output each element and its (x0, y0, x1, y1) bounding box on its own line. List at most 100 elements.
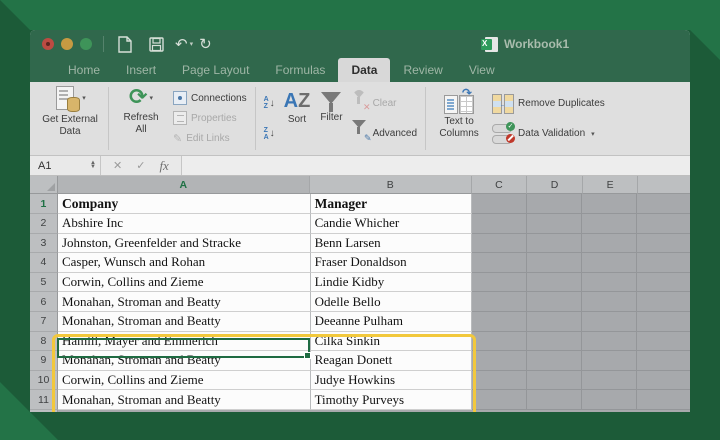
cell-manager[interactable]: Manager (310, 194, 473, 214)
cell-manager[interactable]: Deeanne Pulham (310, 311, 473, 332)
cancel-icon[interactable]: ✕ (113, 159, 122, 172)
empty-cells[interactable] (472, 214, 690, 234)
empty-cells[interactable] (472, 272, 690, 293)
enter-icon[interactable]: ✓ (136, 159, 145, 172)
undo-icon: ↶ (175, 35, 188, 53)
connections-group: Connections Properties ✎ Edit Links (169, 82, 251, 155)
cell-manager[interactable]: Timothy Purveys (310, 390, 473, 410)
column-header-f[interactable] (638, 176, 690, 194)
close-button[interactable] (42, 38, 54, 50)
row-header[interactable]: 3 (30, 233, 58, 254)
cell-company[interactable]: Monahan, Stroman and Beatty (57, 390, 311, 410)
redo-button[interactable]: ↻ (199, 37, 212, 52)
filter-button[interactable]: Filter (315, 82, 347, 155)
zoom-button[interactable] (80, 38, 92, 50)
get-external-data-button[interactable]: ▾ Get External Data (36, 82, 104, 155)
empty-cells[interactable] (472, 390, 690, 410)
row-header[interactable]: 8 (30, 331, 58, 352)
empty-cells[interactable] (472, 311, 690, 332)
tab-page-layout[interactable]: Page Layout (169, 58, 262, 82)
undo-button[interactable]: ↶ ▾ (175, 37, 193, 52)
cell-manager[interactable]: Reagan Donett (310, 351, 473, 371)
row-header[interactable]: 1 (30, 194, 58, 214)
cell-company[interactable]: Casper, Wunsch and Rohan (57, 253, 311, 273)
column-header-b[interactable]: B (309, 176, 472, 194)
refresh-all-caret-icon[interactable]: ▾ (149, 94, 153, 102)
row-header[interactable]: 5 (30, 272, 58, 293)
column-header-d[interactable]: D (527, 176, 583, 194)
cell-company[interactable]: Monahan, Stroman and Beatty (57, 292, 311, 312)
clear-filter-icon: ✕ (351, 89, 371, 112)
refresh-icon: ⟳ (129, 85, 148, 110)
table-row: 5 Corwin, Collins and Zieme Lindie Kidby (30, 272, 690, 293)
cell-company[interactable]: Corwin, Collins and Zieme (57, 370, 311, 391)
tab-data[interactable]: Data (338, 58, 391, 82)
quick-sort-group: AZ ↓ ZA ↓ (260, 82, 279, 155)
tab-review[interactable]: Review (390, 58, 455, 82)
sort-ascending-button[interactable]: AZ ↓ (264, 94, 275, 112)
sort-icon: AZ (283, 90, 311, 112)
cell-manager[interactable]: Candie Whicher (310, 214, 473, 234)
cell-manager[interactable]: Odelle Bello (310, 292, 473, 312)
cell-manager[interactable]: Lindie Kidby (310, 272, 473, 293)
cell-company[interactable]: Corwin, Collins and Zieme (57, 272, 311, 293)
empty-cells[interactable] (472, 233, 690, 254)
get-external-data-caret-icon[interactable]: ▾ (82, 94, 86, 102)
empty-cells[interactable] (472, 370, 690, 391)
cell-company[interactable]: Monahan, Stroman and Beatty (57, 351, 311, 371)
tab-home[interactable]: Home (55, 58, 113, 82)
row-header[interactable]: 11 (30, 390, 58, 410)
tab-view[interactable]: View (456, 58, 508, 82)
data-validation-button[interactable]: ✓ Data Validation ▾ (492, 121, 605, 144)
tab-formulas[interactable]: Formulas (262, 58, 338, 82)
cell-company[interactable]: Company (57, 194, 311, 214)
sort-descending-button[interactable]: ZA ↓ (264, 125, 275, 143)
cell-manager[interactable]: Judye Howkins (310, 370, 473, 391)
connections-button[interactable]: Connections (173, 88, 247, 108)
row-header[interactable]: 4 (30, 253, 58, 273)
properties-label: Properties (191, 112, 237, 124)
column-header-c[interactable]: C (471, 176, 528, 194)
cell-manager[interactable]: Fraser Donaldson (310, 253, 473, 273)
row-header[interactable]: 2 (30, 214, 58, 234)
name-box-stepper[interactable]: ▲ ▼ (90, 160, 96, 170)
insert-function-icon[interactable]: fx (159, 158, 168, 174)
edit-links-label: Edit Links (186, 133, 230, 145)
sort-az-icon: AZ (263, 96, 269, 111)
minimize-button[interactable] (61, 38, 73, 50)
select-all-button[interactable] (30, 176, 58, 194)
column-header-row: A B C D E (30, 176, 690, 194)
undo-dropdown-caret-icon[interactable]: ▾ (190, 40, 194, 48)
cell-company[interactable]: Monahan, Stroman and Beatty (57, 311, 311, 332)
empty-cells[interactable] (472, 253, 690, 273)
empty-cells[interactable] (472, 194, 690, 214)
data-validation-caret-icon[interactable]: ▾ (591, 130, 595, 138)
row-header[interactable]: 6 (30, 292, 58, 312)
column-header-a[interactable]: A (57, 176, 310, 194)
name-box[interactable]: A1 ▲ ▼ (30, 156, 101, 175)
sort-button[interactable]: AZ Sort (279, 82, 316, 155)
column-header-e[interactable]: E (582, 176, 639, 194)
worksheet-grid: A B C D E 1 Company Manager 2 Abshire In… (30, 176, 690, 412)
remove-duplicates-button[interactable]: → Remove Duplicates (492, 93, 605, 115)
cell-company[interactable]: Abshire Inc (57, 214, 311, 234)
text-to-columns-button[interactable]: ↷ Text to Columns (430, 82, 488, 155)
row-header[interactable]: 10 (30, 370, 58, 391)
new-document-button[interactable] (113, 34, 137, 54)
cell-company[interactable]: Johnston, Greenfelder and Stracke (57, 233, 311, 254)
cell-manager[interactable]: Benn Larsen (310, 233, 473, 254)
empty-cells[interactable] (472, 292, 690, 312)
cell-company[interactable]: Hamill, Mayer and Emmerich (57, 331, 311, 352)
stepper-down-icon: ▼ (90, 163, 96, 170)
cell-manager[interactable]: Cilka Sinkin (310, 331, 473, 352)
save-button[interactable] (144, 34, 168, 54)
edit-links-icon: ✎ (173, 133, 183, 146)
empty-cells[interactable] (472, 331, 690, 352)
row-header[interactable]: 7 (30, 311, 58, 332)
row-header[interactable]: 9 (30, 351, 58, 371)
tab-insert[interactable]: Insert (113, 58, 169, 82)
refresh-all-button[interactable]: ⟳ ▾ Refresh All (113, 82, 169, 155)
empty-cells[interactable] (472, 351, 690, 371)
advanced-filter-button[interactable]: ✎ Advanced (351, 120, 417, 144)
formula-input[interactable] (181, 156, 690, 175)
